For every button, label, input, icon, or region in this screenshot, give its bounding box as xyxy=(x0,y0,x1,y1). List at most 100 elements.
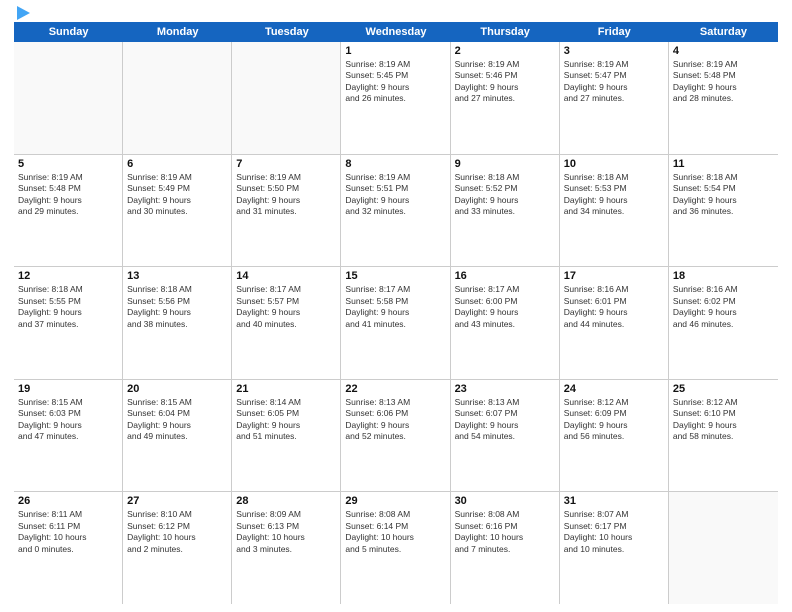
day-number: 16 xyxy=(455,270,555,282)
calendar-week-4: 19 Sunrise: 8:15 AM Sunset: 6:03 PM Dayli… xyxy=(14,380,778,493)
day-number: 10 xyxy=(564,158,664,170)
calendar-week-1: 1 Sunrise: 8:19 AM Sunset: 5:45 PM Daylig… xyxy=(14,42,778,155)
logo-arrow-icon xyxy=(17,6,30,20)
calendar-cell-13: 13Sunrise: 8:18 AM Sunset: 5:56 PM Dayli… xyxy=(123,267,232,379)
header xyxy=(14,10,778,16)
cell-text: Sunrise: 8:19 AM Sunset: 5:46 PM Dayligh… xyxy=(455,59,555,105)
day-number: 15 xyxy=(345,270,445,282)
calendar-cell-empty-4-6 xyxy=(669,492,778,604)
cell-text: Sunrise: 8:13 AM Sunset: 6:07 PM Dayligh… xyxy=(455,397,555,443)
day-number: 31 xyxy=(564,495,664,507)
calendar-cell-5: 5 Sunrise: 8:19 AM Sunset: 5:48 PM Daylig… xyxy=(14,155,123,267)
calendar-cell-28: 28 Sunrise: 8:09 AM Sunset: 6:13 PM Dayli… xyxy=(232,492,341,604)
calendar: SundayMondayTuesdayWednesdayThursdayFrid… xyxy=(14,22,778,604)
cell-text: Sunrise: 8:17 AM Sunset: 5:57 PM Dayligh… xyxy=(236,284,336,330)
day-number: 9 xyxy=(455,158,555,170)
header-day-saturday: Saturday xyxy=(669,22,778,42)
day-number: 26 xyxy=(18,495,118,507)
calendar-cell-22: 22 Sunrise: 8:13 AM Sunset: 6:06 PM Dayli… xyxy=(341,380,450,492)
day-number: 2 xyxy=(455,45,555,57)
cell-text: Sunrise: 8:19 AM Sunset: 5:45 PM Dayligh… xyxy=(345,59,445,105)
day-number: 21 xyxy=(236,383,336,395)
calendar-cell-16: 16 Sunrise: 8:17 AM Sunset: 6:00 PM Dayli… xyxy=(451,267,560,379)
cell-text: Sunrise: 8:17 AM Sunset: 5:58 PM Dayligh… xyxy=(345,284,445,330)
cell-text: Sunrise: 8:18 AM Sunset: 5:53 PM Dayligh… xyxy=(564,172,664,218)
calendar-cell-9: 9 Sunrise: 8:18 AM Sunset: 5:52 PM Daylig… xyxy=(451,155,560,267)
cell-text: Sunrise: 8:19 AM Sunset: 5:49 PM Dayligh… xyxy=(127,172,227,218)
cell-text: Sunrise: 8:19 AM Sunset: 5:48 PM Dayligh… xyxy=(673,59,774,105)
cell-text: Sunrise: 8:08 AM Sunset: 6:16 PM Dayligh… xyxy=(455,509,555,555)
cell-text: Sunrise: 8:19 AM Sunset: 5:51 PM Dayligh… xyxy=(345,172,445,218)
day-number: 12 xyxy=(18,270,118,282)
cell-text: Sunrise: 8:14 AM Sunset: 6:05 PM Dayligh… xyxy=(236,397,336,443)
header-day-tuesday: Tuesday xyxy=(232,22,341,42)
calendar-cell-14: 14 Sunrise: 8:17 AM Sunset: 5:57 PM Dayli… xyxy=(232,267,341,379)
header-day-thursday: Thursday xyxy=(451,22,560,42)
day-number: 3 xyxy=(564,45,664,57)
day-number: 27 xyxy=(127,495,227,507)
calendar-cell-11: 11 Sunrise: 8:18 AM Sunset: 5:54 PM Dayli… xyxy=(669,155,778,267)
day-number: 23 xyxy=(455,383,555,395)
calendar-cell-1: 1 Sunrise: 8:19 AM Sunset: 5:45 PM Daylig… xyxy=(341,42,450,154)
day-number: 20 xyxy=(127,383,227,395)
day-number: 1 xyxy=(345,45,445,57)
calendar-cell-26: 26 Sunrise: 8:11 AM Sunset: 6:11 PM Dayli… xyxy=(14,492,123,604)
calendar-week-3: 12 Sunrise: 8:18 AM Sunset: 5:55 PM Dayli… xyxy=(14,267,778,380)
calendar-week-2: 5 Sunrise: 8:19 AM Sunset: 5:48 PM Daylig… xyxy=(14,155,778,268)
cell-text: Sunrise: 8:16 AM Sunset: 6:02 PM Dayligh… xyxy=(673,284,774,330)
calendar-cell-25: 25 Sunrise: 8:12 AM Sunset: 6:10 PM Dayli… xyxy=(669,380,778,492)
cell-text: Sunrise: 8:15 AM Sunset: 6:04 PM Dayligh… xyxy=(127,397,227,443)
calendar-cell-30: 30 Sunrise: 8:08 AM Sunset: 6:16 PM Dayli… xyxy=(451,492,560,604)
day-number: 25 xyxy=(673,383,774,395)
cell-text: Sunrise: 8:19 AM Sunset: 5:48 PM Dayligh… xyxy=(18,172,118,218)
calendar-cell-19: 19 Sunrise: 8:15 AM Sunset: 6:03 PM Dayli… xyxy=(14,380,123,492)
calendar-cell-7: 7Sunrise: 8:19 AM Sunset: 5:50 PM Daylig… xyxy=(232,155,341,267)
cell-text: Sunrise: 8:11 AM Sunset: 6:11 PM Dayligh… xyxy=(18,509,118,555)
day-number: 28 xyxy=(236,495,336,507)
day-number: 5 xyxy=(18,158,118,170)
cell-text: Sunrise: 8:17 AM Sunset: 6:00 PM Dayligh… xyxy=(455,284,555,330)
logo xyxy=(14,10,30,16)
header-day-monday: Monday xyxy=(123,22,232,42)
cell-text: Sunrise: 8:12 AM Sunset: 6:09 PM Dayligh… xyxy=(564,397,664,443)
day-number: 6 xyxy=(127,158,227,170)
cell-text: Sunrise: 8:12 AM Sunset: 6:10 PM Dayligh… xyxy=(673,397,774,443)
day-number: 29 xyxy=(345,495,445,507)
calendar-cell-31: 31 Sunrise: 8:07 AM Sunset: 6:17 PM Dayli… xyxy=(560,492,669,604)
calendar-cell-21: 21 Sunrise: 8:14 AM Sunset: 6:05 PM Dayli… xyxy=(232,380,341,492)
cell-text: Sunrise: 8:18 AM Sunset: 5:52 PM Dayligh… xyxy=(455,172,555,218)
calendar-cell-24: 24 Sunrise: 8:12 AM Sunset: 6:09 PM Dayli… xyxy=(560,380,669,492)
cell-text: Sunrise: 8:07 AM Sunset: 6:17 PM Dayligh… xyxy=(564,509,664,555)
calendar-body: 1 Sunrise: 8:19 AM Sunset: 5:45 PM Daylig… xyxy=(14,42,778,604)
day-number: 19 xyxy=(18,383,118,395)
cell-text: Sunrise: 8:18 AM Sunset: 5:54 PM Dayligh… xyxy=(673,172,774,218)
calendar-cell-18: 18 Sunrise: 8:16 AM Sunset: 6:02 PM Dayli… xyxy=(669,267,778,379)
day-number: 4 xyxy=(673,45,774,57)
cell-text: Sunrise: 8:18 AM Sunset: 5:55 PM Dayligh… xyxy=(18,284,118,330)
cell-text: Sunrise: 8:15 AM Sunset: 6:03 PM Dayligh… xyxy=(18,397,118,443)
day-number: 14 xyxy=(236,270,336,282)
day-number: 11 xyxy=(673,158,774,170)
day-number: 30 xyxy=(455,495,555,507)
header-day-wednesday: Wednesday xyxy=(341,22,450,42)
calendar-cell-27: 27 Sunrise: 8:10 AM Sunset: 6:12 PM Dayli… xyxy=(123,492,232,604)
cell-text: Sunrise: 8:10 AM Sunset: 6:12 PM Dayligh… xyxy=(127,509,227,555)
calendar-cell-6: 6 Sunrise: 8:19 AM Sunset: 5:49 PM Daylig… xyxy=(123,155,232,267)
calendar-cell-17: 17Sunrise: 8:16 AM Sunset: 6:01 PM Dayli… xyxy=(560,267,669,379)
cell-text: Sunrise: 8:09 AM Sunset: 6:13 PM Dayligh… xyxy=(236,509,336,555)
calendar-cell-2: 2 Sunrise: 8:19 AM Sunset: 5:46 PM Daylig… xyxy=(451,42,560,154)
calendar-cell-empty-0-2 xyxy=(232,42,341,154)
calendar-cell-29: 29 Sunrise: 8:08 AM Sunset: 6:14 PM Dayli… xyxy=(341,492,450,604)
calendar-cell-20: 20 Sunrise: 8:15 AM Sunset: 6:04 PM Dayli… xyxy=(123,380,232,492)
day-number: 24 xyxy=(564,383,664,395)
cell-text: Sunrise: 8:18 AM Sunset: 5:56 PM Dayligh… xyxy=(127,284,227,330)
day-number: 18 xyxy=(673,270,774,282)
day-number: 8 xyxy=(345,158,445,170)
cell-text: Sunrise: 8:19 AM Sunset: 5:47 PM Dayligh… xyxy=(564,59,664,105)
page: SundayMondayTuesdayWednesdayThursdayFrid… xyxy=(0,0,792,612)
header-day-friday: Friday xyxy=(560,22,669,42)
cell-text: Sunrise: 8:13 AM Sunset: 6:06 PM Dayligh… xyxy=(345,397,445,443)
calendar-cell-empty-0-0 xyxy=(14,42,123,154)
cell-text: Sunrise: 8:08 AM Sunset: 6:14 PM Dayligh… xyxy=(345,509,445,555)
day-number: 22 xyxy=(345,383,445,395)
